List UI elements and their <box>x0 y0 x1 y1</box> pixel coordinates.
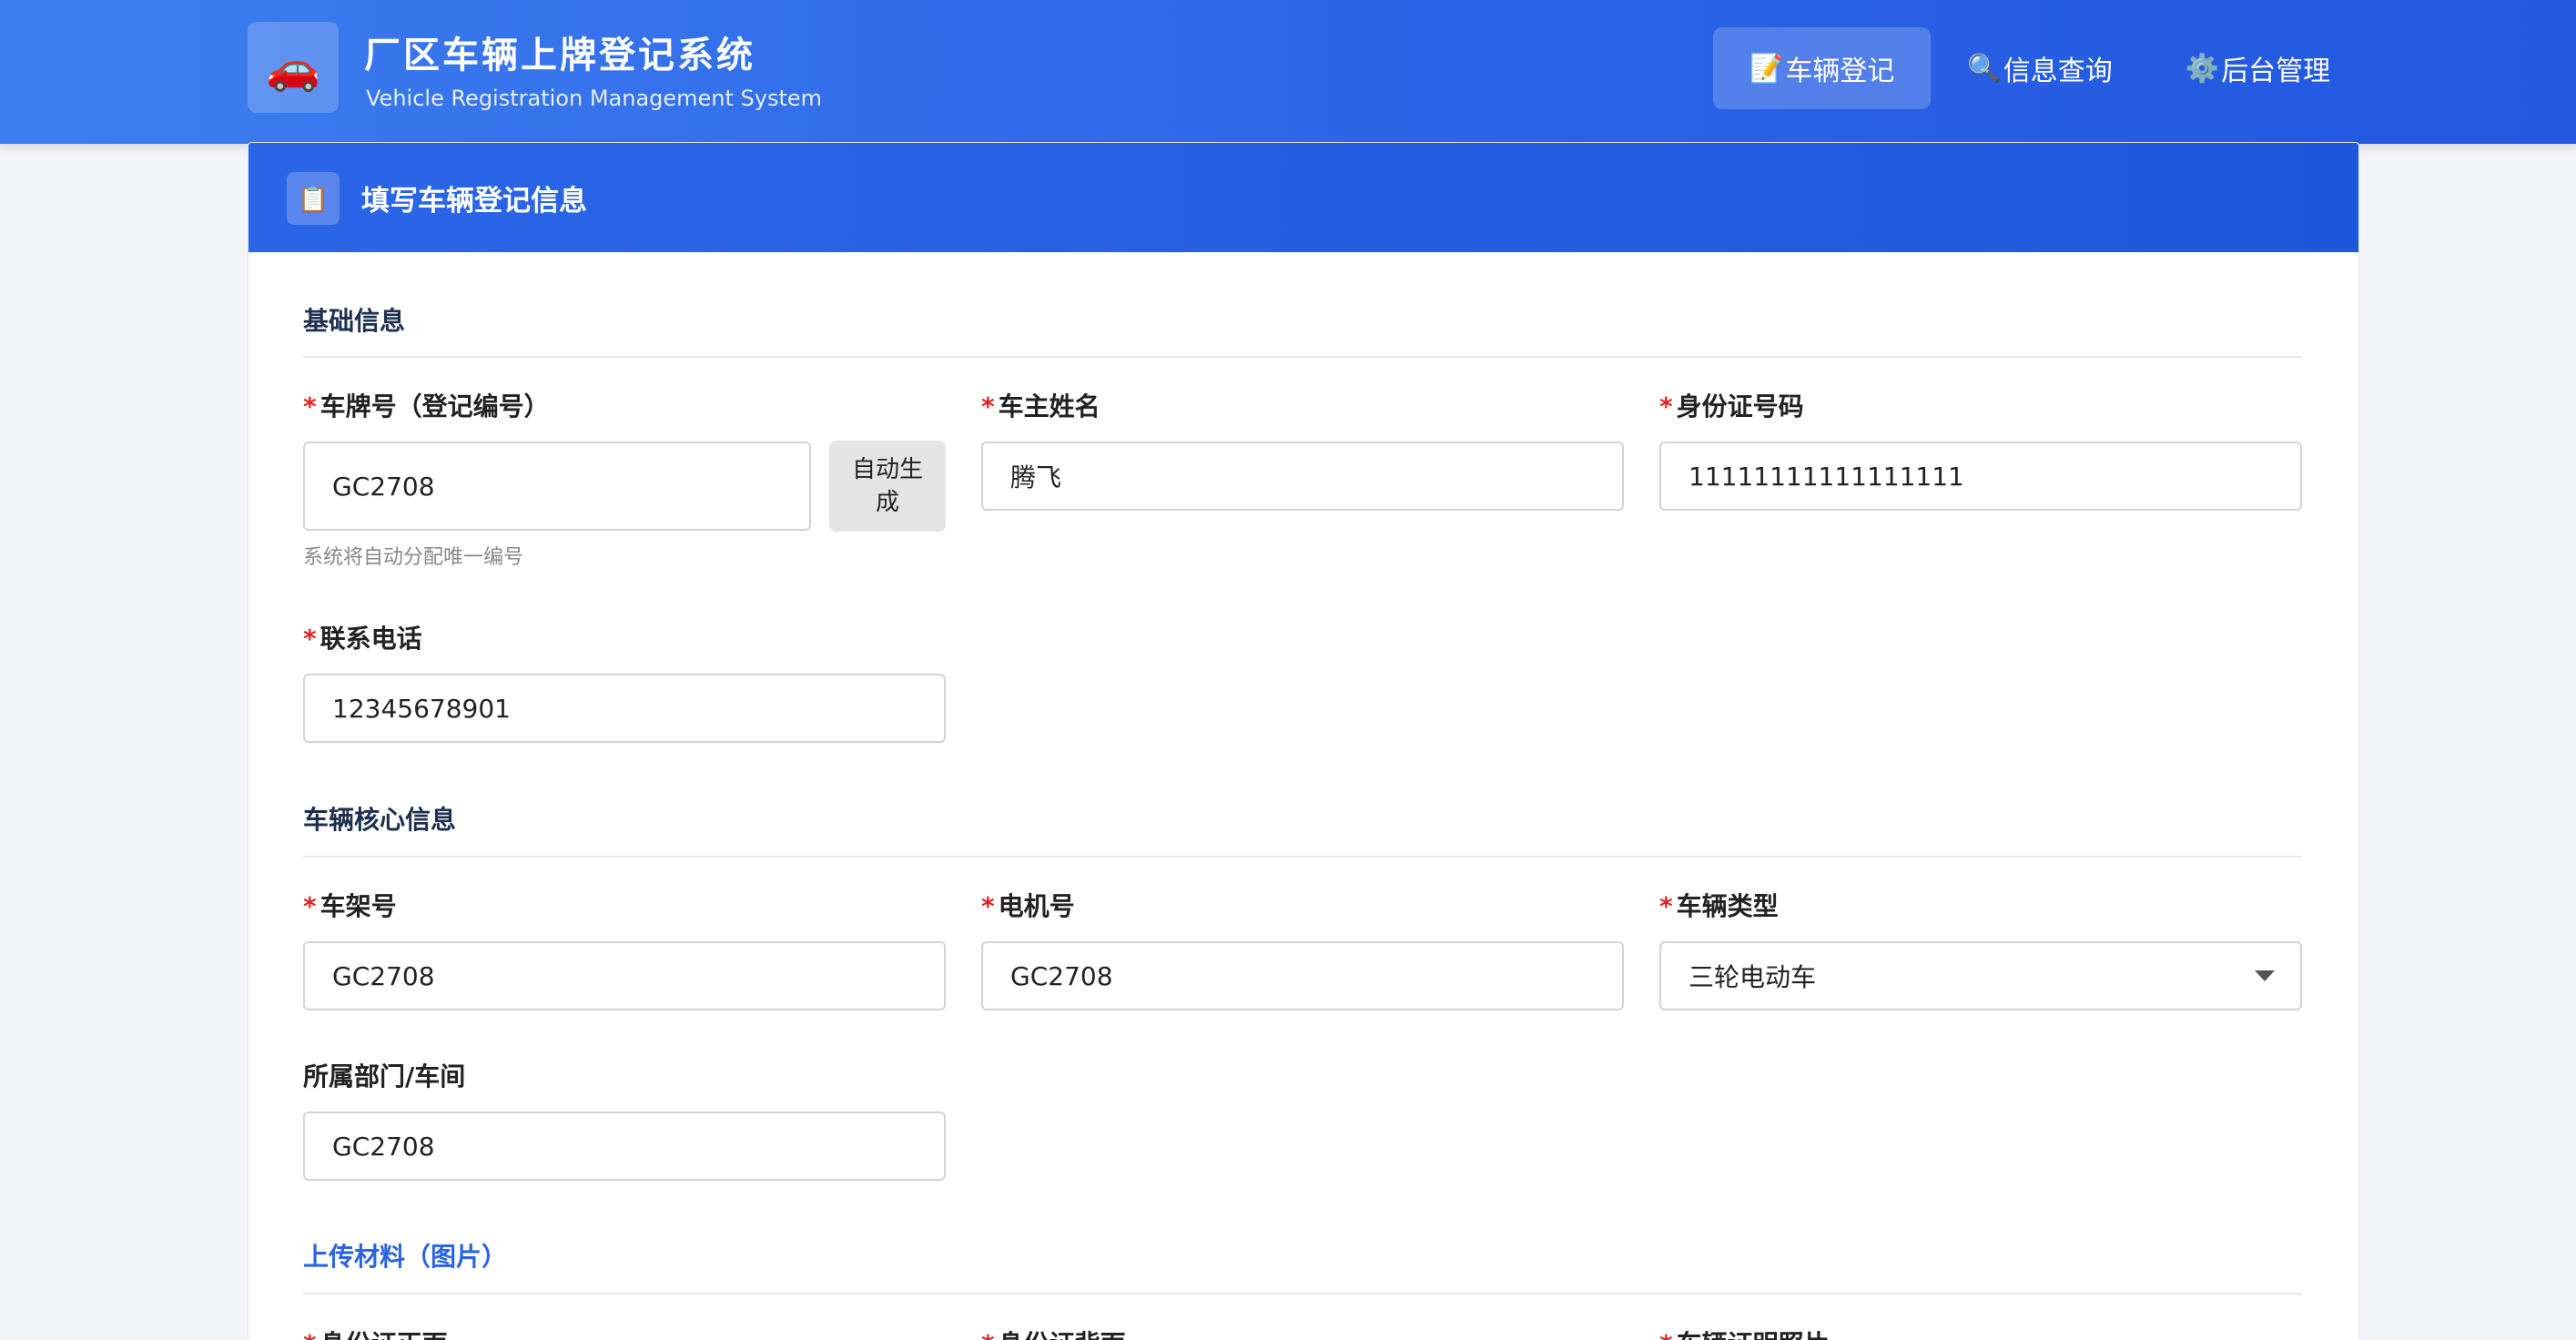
owner-label: * 车主姓名 <box>981 387 1100 423</box>
registration-form-card: 📋 填写车辆登记信息 基础信息 * 车牌号（登记编号） GC2708 自动生成 系… <box>248 142 2359 1340</box>
section-title-upload: 上传材料（图片） <box>303 1242 508 1272</box>
plate-hint: 系统将自动分配唯一编号 <box>303 546 524 569</box>
idcard-label-text: 身份证号码 <box>1676 391 1804 421</box>
phone-label-text: 联系电话 <box>319 624 422 654</box>
required-mark: * <box>981 891 995 921</box>
nav-vehicle-registration[interactable]: 📝 车辆登记 <box>1713 27 1932 109</box>
required-mark: * <box>1659 391 1673 421</box>
nav-label: 车辆登记 <box>1785 56 1895 87</box>
nav-admin[interactable]: ⚙️ 后台管理 <box>2149 27 2367 109</box>
app-title: 厂区车辆上牌登记系统 <box>364 35 756 76</box>
vehicle-type-select[interactable]: 三轮电动车 <box>1659 941 2302 1010</box>
card-header: 📋 填写车辆登记信息 <box>248 143 2358 252</box>
plate-label-text: 车牌号（登记编号） <box>319 391 550 421</box>
top-navbar: 🚗 厂区车辆上牌登记系统 Vehicle Registration Manage… <box>0 0 2576 144</box>
required-mark: * <box>303 624 317 654</box>
phone-label: * 联系电话 <box>303 619 422 655</box>
gear-icon: ⚙️ <box>2185 52 2220 85</box>
owner-name-input[interactable]: 腾飞 <box>981 442 1624 511</box>
nav-label: 后台管理 <box>2221 56 2331 87</box>
app-subtitle: Vehicle Registration Management System <box>366 86 823 111</box>
plate-input[interactable]: GC2708 <box>303 442 811 531</box>
dept-label-text: 所属部门/车间 <box>303 1061 466 1091</box>
section-title-basic: 基础信息 <box>303 306 406 336</box>
phone-input[interactable]: 12345678901 <box>303 674 946 743</box>
section-title-core: 车辆核心信息 <box>303 805 457 835</box>
magnifier-icon: 🔍 <box>1967 52 2002 85</box>
type-label: * 车辆类型 <box>1659 887 1779 923</box>
clipboard-icon: 📋 <box>287 172 340 225</box>
frame-label-text: 车架号 <box>319 891 397 921</box>
engine-label: * 电机号 <box>981 887 1075 923</box>
memo-icon: 📝 <box>1749 52 1784 85</box>
vehicle-photo-label: * 车辆证明照片 <box>1659 1325 1830 1340</box>
vehicle-type-value: 三轮电动车 <box>1689 962 1817 992</box>
frame-number-input[interactable]: GC2708 <box>303 941 946 1010</box>
id-back-label: * 身份证背面 <box>981 1325 1126 1340</box>
id-back-label-text: 身份证背面 <box>999 1329 1126 1340</box>
idcard-label: * 身份证号码 <box>1659 387 1804 423</box>
engine-label-text: 电机号 <box>998 891 1075 921</box>
section-divider <box>303 356 2302 358</box>
required-mark: * <box>303 891 317 921</box>
required-mark: * <box>981 1329 995 1340</box>
frame-label: * 车架号 <box>303 887 397 923</box>
nav-info-query[interactable]: 🔍 信息查询 <box>1931 27 2148 109</box>
main-nav: 📝 车辆登记 🔍 信息查询 ⚙️ 后台管理 <box>1713 27 2367 109</box>
plate-label: * 车牌号（登记编号） <box>303 387 550 423</box>
section-divider <box>303 856 2302 858</box>
engine-number-input[interactable]: GC2708 <box>981 941 1624 1010</box>
section-divider <box>303 1293 2302 1294</box>
required-mark: * <box>981 391 995 421</box>
chevron-down-icon <box>2255 970 2275 981</box>
type-label-text: 车辆类型 <box>1676 891 1779 921</box>
dept-label: 所属部门/车间 <box>303 1057 465 1093</box>
department-input[interactable]: GC2708 <box>303 1112 946 1181</box>
auto-generate-button[interactable]: 自动生成 <box>829 441 946 532</box>
car-logo-icon: 🚗 <box>248 22 339 113</box>
owner-label-text: 车主姓名 <box>998 391 1100 421</box>
idcard-input[interactable]: 11111111111111111 <box>1659 442 2302 511</box>
required-mark: * <box>1659 1329 1673 1340</box>
nav-label: 信息查询 <box>2003 56 2113 87</box>
id-front-label: *身份证正面 <box>303 1325 448 1340</box>
required-mark: * <box>1659 891 1673 921</box>
card-title: 填写车辆登记信息 <box>361 185 587 218</box>
id-front-label-text: 身份证正面 <box>320 1329 448 1340</box>
vehicle-photo-label-text: 车辆证明照片 <box>1677 1329 1830 1340</box>
required-mark: * <box>303 1329 317 1340</box>
required-mark: * <box>303 391 317 421</box>
